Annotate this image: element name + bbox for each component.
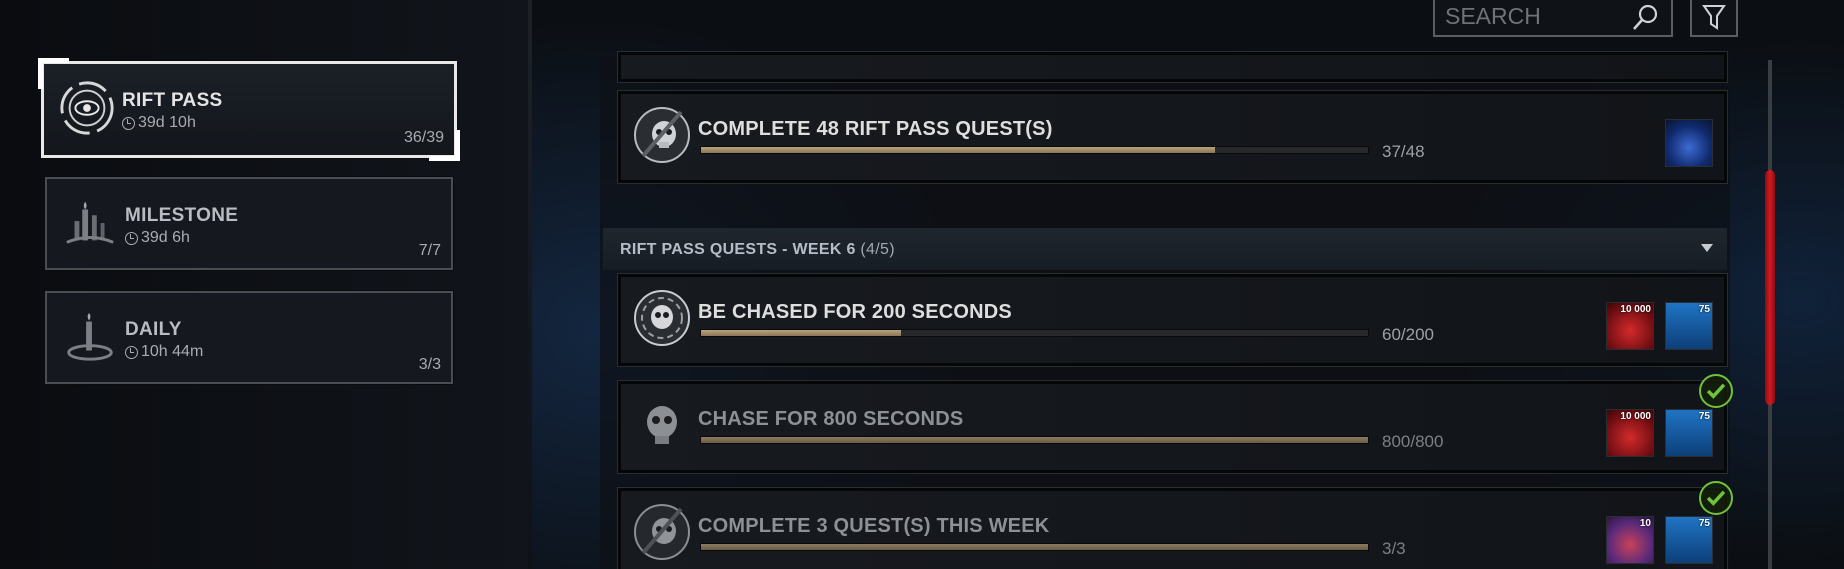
reward-amount: 10 000 bbox=[1620, 304, 1651, 315]
filter-icon bbox=[1702, 5, 1726, 30]
quest-title: COMPLETE 3 QUEST(S) THIS WEEK bbox=[698, 515, 1050, 537]
category-timer: 39d 6h bbox=[125, 229, 190, 247]
search-box[interactable] bbox=[1433, 0, 1673, 37]
category-timer-value: 39d 10h bbox=[138, 114, 196, 131]
category-timer: 10h 44m bbox=[125, 343, 203, 361]
search-input[interactable] bbox=[1435, 0, 1625, 34]
checkmark-icon bbox=[1699, 481, 1733, 515]
quest-progress-fill bbox=[701, 544, 1368, 550]
clock-icon bbox=[125, 231, 138, 245]
clock-icon bbox=[125, 345, 138, 359]
reward-rift-fragments[interactable]: 75 bbox=[1665, 409, 1713, 457]
scrollbar-thumb[interactable] bbox=[1765, 170, 1775, 405]
quest-progress-bar bbox=[700, 329, 1369, 337]
quest-progress-bar bbox=[700, 146, 1369, 154]
reward-auric-cells[interactable]: 10 bbox=[1606, 516, 1654, 564]
quest-progress-fill bbox=[701, 437, 1368, 443]
quest-row[interactable]: BE CHASED FOR 200 SECONDS 60/200 10 000 … bbox=[617, 273, 1728, 367]
category-timer-value: 39d 6h bbox=[141, 229, 190, 246]
filter-button[interactable] bbox=[1690, 0, 1738, 37]
quest-progress-text: 37/48 bbox=[1382, 142, 1425, 161]
quest-progress-bar bbox=[700, 543, 1369, 551]
reward-bloodpoints[interactable]: 10 000 bbox=[1606, 302, 1654, 350]
quest-row-partial bbox=[617, 51, 1728, 83]
skull-medallion-icon bbox=[634, 290, 690, 346]
category-count: 3/3 bbox=[418, 356, 441, 373]
category-timer-value: 10h 44m bbox=[141, 343, 204, 360]
quest-progress-bar bbox=[700, 436, 1369, 444]
category-count: 7/7 bbox=[418, 242, 441, 259]
section-header-week-6[interactable]: RIFT PASS QUESTS - WEEK 6 (4/5) bbox=[603, 228, 1727, 270]
category-milestone[interactable]: MILESTONE 39d 6h 7/7 bbox=[44, 176, 454, 271]
rift-eye-icon bbox=[60, 81, 114, 135]
reward-amount: 10 000 bbox=[1620, 411, 1651, 422]
quest-progress-text: 800/800 bbox=[1382, 432, 1444, 451]
section-count: (4/5) bbox=[860, 241, 895, 258]
reward-amount: 75 bbox=[1698, 304, 1710, 315]
chevron-down-icon bbox=[1701, 244, 1713, 252]
reward-rift-fragments[interactable]: 75 bbox=[1665, 516, 1713, 564]
quest-title: CHASE FOR 800 SECONDS bbox=[698, 408, 964, 430]
quest-title: BE CHASED FOR 200 SECONDS bbox=[698, 301, 1012, 323]
category-title: DAILY bbox=[125, 319, 182, 340]
category-count: 36/39 bbox=[403, 129, 444, 146]
candles-icon bbox=[66, 201, 114, 244]
reward-banner-item[interactable] bbox=[1665, 119, 1713, 167]
reward-amount: 75 bbox=[1698, 518, 1710, 529]
skull-icon bbox=[647, 406, 677, 444]
quest-row[interactable]: COMPLETE 3 QUEST(S) THIS WEEK 3/3 10 75 bbox=[617, 481, 1733, 569]
quest-title: COMPLETE 48 RIFT PASS QUEST(S) bbox=[698, 118, 1053, 140]
quest-row[interactable]: COMPLETE 48 RIFT PASS QUEST(S) 37/48 bbox=[617, 90, 1728, 184]
quest-progress-text: 60/200 bbox=[1382, 325, 1434, 344]
category-timer: 39d 10h bbox=[122, 114, 196, 132]
section-title-text: RIFT PASS QUESTS - WEEK 6 bbox=[620, 241, 856, 258]
clock-icon bbox=[122, 116, 135, 130]
reward-amount: 75 bbox=[1698, 411, 1710, 422]
reward-rift-fragments[interactable]: 75 bbox=[1665, 302, 1713, 350]
category-title: RIFT PASS bbox=[122, 90, 223, 111]
quest-row[interactable]: CHASE FOR 800 SECONDS 800/800 10 000 75 bbox=[617, 374, 1733, 474]
category-rift-pass[interactable]: RIFT PASS 39d 10h 36/39 bbox=[38, 58, 460, 161]
search-icon[interactable] bbox=[1631, 2, 1661, 32]
quest-progress-fill bbox=[701, 330, 902, 336]
checkmark-icon bbox=[1699, 374, 1733, 408]
candle-icon bbox=[67, 312, 113, 361]
rift-skull-icon bbox=[634, 504, 690, 560]
reward-bloodpoints[interactable]: 10 000 bbox=[1606, 409, 1654, 457]
quest-progress-text: 3/3 bbox=[1382, 539, 1406, 558]
category-daily[interactable]: DAILY 10h 44m 3/3 bbox=[44, 290, 454, 385]
section-title: RIFT PASS QUESTS - WEEK 6 (4/5) bbox=[620, 241, 895, 259]
panel-divider bbox=[528, 0, 532, 569]
rift-skull-icon bbox=[634, 107, 690, 163]
reward-amount: 10 bbox=[1639, 518, 1651, 529]
quest-progress-fill bbox=[701, 147, 1216, 153]
category-title: MILESTONE bbox=[125, 205, 239, 226]
